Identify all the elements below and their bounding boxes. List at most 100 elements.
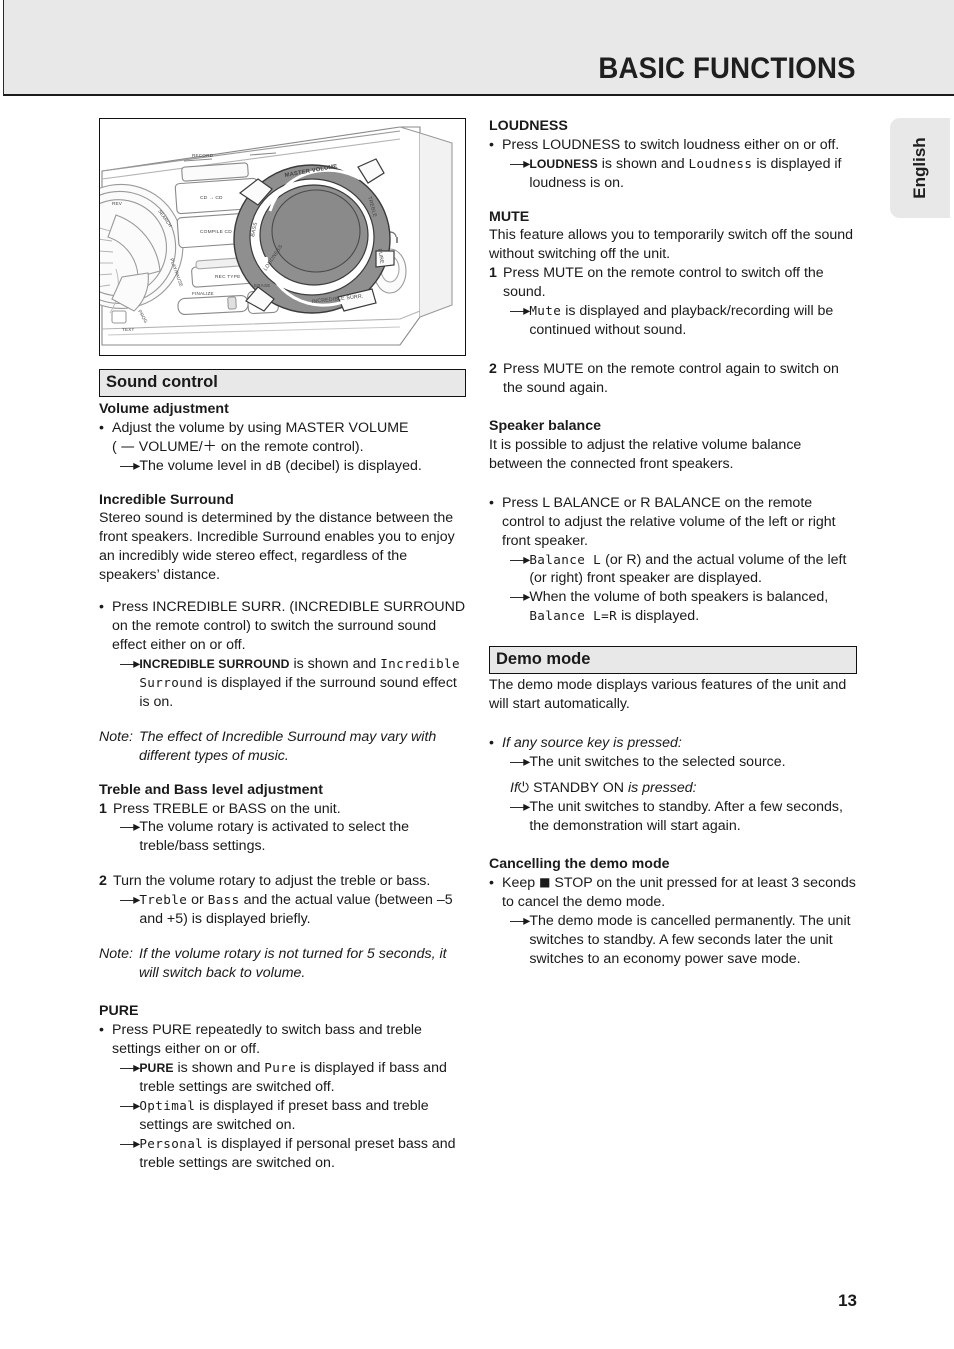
heading-pure: PURE <box>99 1003 139 1020</box>
display-text-mute: Mute <box>529 303 562 319</box>
arrow-volume-level: —▸ The volume level in dB (decibel) is d… <box>99 457 466 476</box>
arrow-mid-text: is shown and <box>597 155 689 172</box>
paragraph-mute: This feature allows you to temporarily s… <box>489 227 854 263</box>
arrow-icon: —▸ <box>120 1059 140 1076</box>
arrow-demo-selected-source: —▸ The unit switches to the selected sou… <box>489 753 857 772</box>
indicator-incredible-surround: INCREDIBLE SURROUND <box>139 657 290 671</box>
note-text: The effect of Incredible Surround may va… <box>139 728 437 764</box>
step-number: 1 <box>489 265 497 282</box>
arrow-post-text: is displayed. <box>617 608 700 625</box>
arrow-mid-or: or <box>187 892 208 909</box>
label-cd-to-cd: CD → CD <box>200 195 223 201</box>
stop-square-icon: ■ <box>539 874 551 889</box>
label-erase: ERASE <box>254 283 271 288</box>
bullet-marker: • <box>489 136 494 153</box>
control-panel-drawing: MASTER VOLUME BASS TREBLE LOUDNESS PURE … <box>100 126 453 346</box>
arrow-mute-display: —▸ Mute is displayed and playback/record… <box>489 302 857 340</box>
arrow-balance-l: —▸ Balance L (or R) and the actual volum… <box>489 551 857 589</box>
arrow-demo-cancelled: —▸ The demo mode is cancelled permanentl… <box>489 912 857 969</box>
bullet-marker: • <box>489 735 494 752</box>
label-rev: REV <box>112 201 123 206</box>
bullet-volume-adjust: • Adjust the volume by using MASTER VOLU… <box>99 419 466 457</box>
label-record: RECORD <box>192 153 214 158</box>
arrow-pure-personal: —▸ Personal is displayed if personal pre… <box>99 1135 466 1173</box>
bullet-marker: • <box>99 599 104 616</box>
minus-icon: — <box>120 438 135 455</box>
heading-speaker-balance: Speaker balance <box>489 417 601 434</box>
arrow-icon: —▸ <box>510 589 530 606</box>
volume-bullet-line2-mid: VOLUME/ <box>134 438 203 455</box>
display-text-bass: Bass <box>207 892 240 908</box>
label-rec-type: REC TYPE <box>215 274 241 280</box>
plus-icon: ＋ <box>202 438 217 455</box>
bullet-pure-text: Press PURE repeatedly to switch bass and… <box>112 1021 422 1057</box>
bullet-press-incredible-surr: • Press INCREDIBLE SURR. (INCREDIBLE SUR… <box>99 598 466 655</box>
arrow-icon: —▸ <box>120 819 140 836</box>
left-column: MASTER VOLUME BASS TREBLE LOUDNESS PURE … <box>99 118 466 1173</box>
paragraph-demo-mode: The demo mode displays various features … <box>489 677 847 713</box>
step-2-treble-bass: 2 Turn the volume rotary to adjust the t… <box>99 872 466 891</box>
note-label: Note: <box>99 728 133 745</box>
page-title: BASIC FUNCTIONS <box>598 52 856 85</box>
note-label: Note: <box>99 946 133 963</box>
volume-bullet-line2-pre: ( <box>112 438 121 455</box>
step-2-mute: 2 Press MUTE on the remote control again… <box>489 360 857 398</box>
step-number: 1 <box>99 800 107 817</box>
bullet-marker: • <box>99 419 104 436</box>
arrow-volume-post: (decibel) is displayed. <box>281 457 422 474</box>
step-2-text: Turn the volume rotary to adjust the tre… <box>113 873 431 890</box>
section-header-sound-control: Sound control <box>99 369 466 397</box>
arrow-icon: —▸ <box>510 912 530 929</box>
arrow-icon: —▸ <box>120 1097 140 1114</box>
cancel-pre-text: Keep <box>502 874 540 891</box>
display-text-pure: Pure <box>264 1059 297 1075</box>
step-2-text: Press MUTE on the remote control again t… <box>503 361 839 397</box>
step-number: 2 <box>489 361 497 378</box>
step-number: 2 <box>99 873 107 890</box>
arrow-icon: —▸ <box>510 303 530 320</box>
indicator-pure: PURE <box>139 1060 174 1075</box>
arrow-mid-text: is shown and <box>289 656 381 672</box>
arrow-icon: —▸ <box>120 656 140 672</box>
volume-bullet-line2-post: on the remote control). <box>216 438 364 455</box>
step-1-treble-bass: 1 Press TREBLE or BASS on the unit. <box>99 800 466 819</box>
cancel-post-text: STOP on the unit pressed for at least 3 … <box>502 874 856 910</box>
arrow-step1-text: The volume rotary is activated to select… <box>139 819 409 855</box>
arrow-demo-standby: —▸ The unit switches to standby. After a… <box>489 798 857 836</box>
paragraph-speaker-balance: It is possible to adjust the relative vo… <box>489 436 802 472</box>
heading-mute: MUTE <box>489 208 530 225</box>
arrow-icon: —▸ <box>510 754 530 771</box>
arrow-icon: —▸ <box>510 799 530 816</box>
arrow-icon: —▸ <box>120 892 140 909</box>
volume-bullet-line1: Adjust the volume by using MASTER VOLUME <box>112 419 409 436</box>
display-text-db: dB <box>265 457 282 473</box>
heading-loudness: LOUDNESS <box>489 118 568 134</box>
note-volume-rotary: Note: If the volume rotary is not turned… <box>99 945 466 983</box>
right-column: LOUDNESS • Press LOUDNESS to switch loud… <box>489 118 857 968</box>
heading-treble-bass: Treble and Bass level adjustment <box>99 781 323 798</box>
bullet-press-balance: • Press L BALANCE or R BALANCE on the re… <box>489 494 857 551</box>
indicator-loudness: LOUDNESS <box>529 156 598 171</box>
display-text-optimal: Optimal <box>139 1097 196 1113</box>
label-compile-cd: COMPILE CD <box>200 229 232 235</box>
arrow-text: The demo mode is cancelled permanently. … <box>529 912 851 967</box>
bullet-incredible-surr-text: Press INCREDIBLE SURR. (INCREDIBLE SURRO… <box>112 599 466 654</box>
display-text-treble: Treble <box>139 892 188 908</box>
paragraph-incredible-surround: Stereo sound is determined by the distan… <box>99 510 455 584</box>
arrow-balance-equal: —▸ When the volume of both speakers is b… <box>489 588 857 626</box>
heading-incredible-surround: Incredible Surround <box>99 491 234 508</box>
standby-pre-text: If <box>510 780 518 797</box>
step-1-text: Press TREBLE or BASS on the unit. <box>113 800 341 817</box>
label-finalize: FINALIZE <box>192 291 214 296</box>
language-tab: English <box>890 118 950 218</box>
display-text-balance-l: Balance L <box>529 551 602 567</box>
bullet-marker: • <box>489 874 494 891</box>
note-incredible-surround: Note: The effect of Incredible Surround … <box>99 728 466 766</box>
arrow-volume-pre: The volume level in <box>139 457 266 474</box>
step-1-text: Press MUTE on the remote control to swit… <box>503 265 824 301</box>
language-tab-label: English <box>910 137 929 199</box>
arrow-pre-text: When the volume of both speakers is bala… <box>529 589 829 606</box>
arrow-treble-bass-step1: —▸ The volume rotary is activated to sel… <box>99 818 466 856</box>
section-header-demo-mode: Demo mode <box>489 646 857 675</box>
bullet-source-key: • If any source key is pressed: <box>489 734 857 753</box>
